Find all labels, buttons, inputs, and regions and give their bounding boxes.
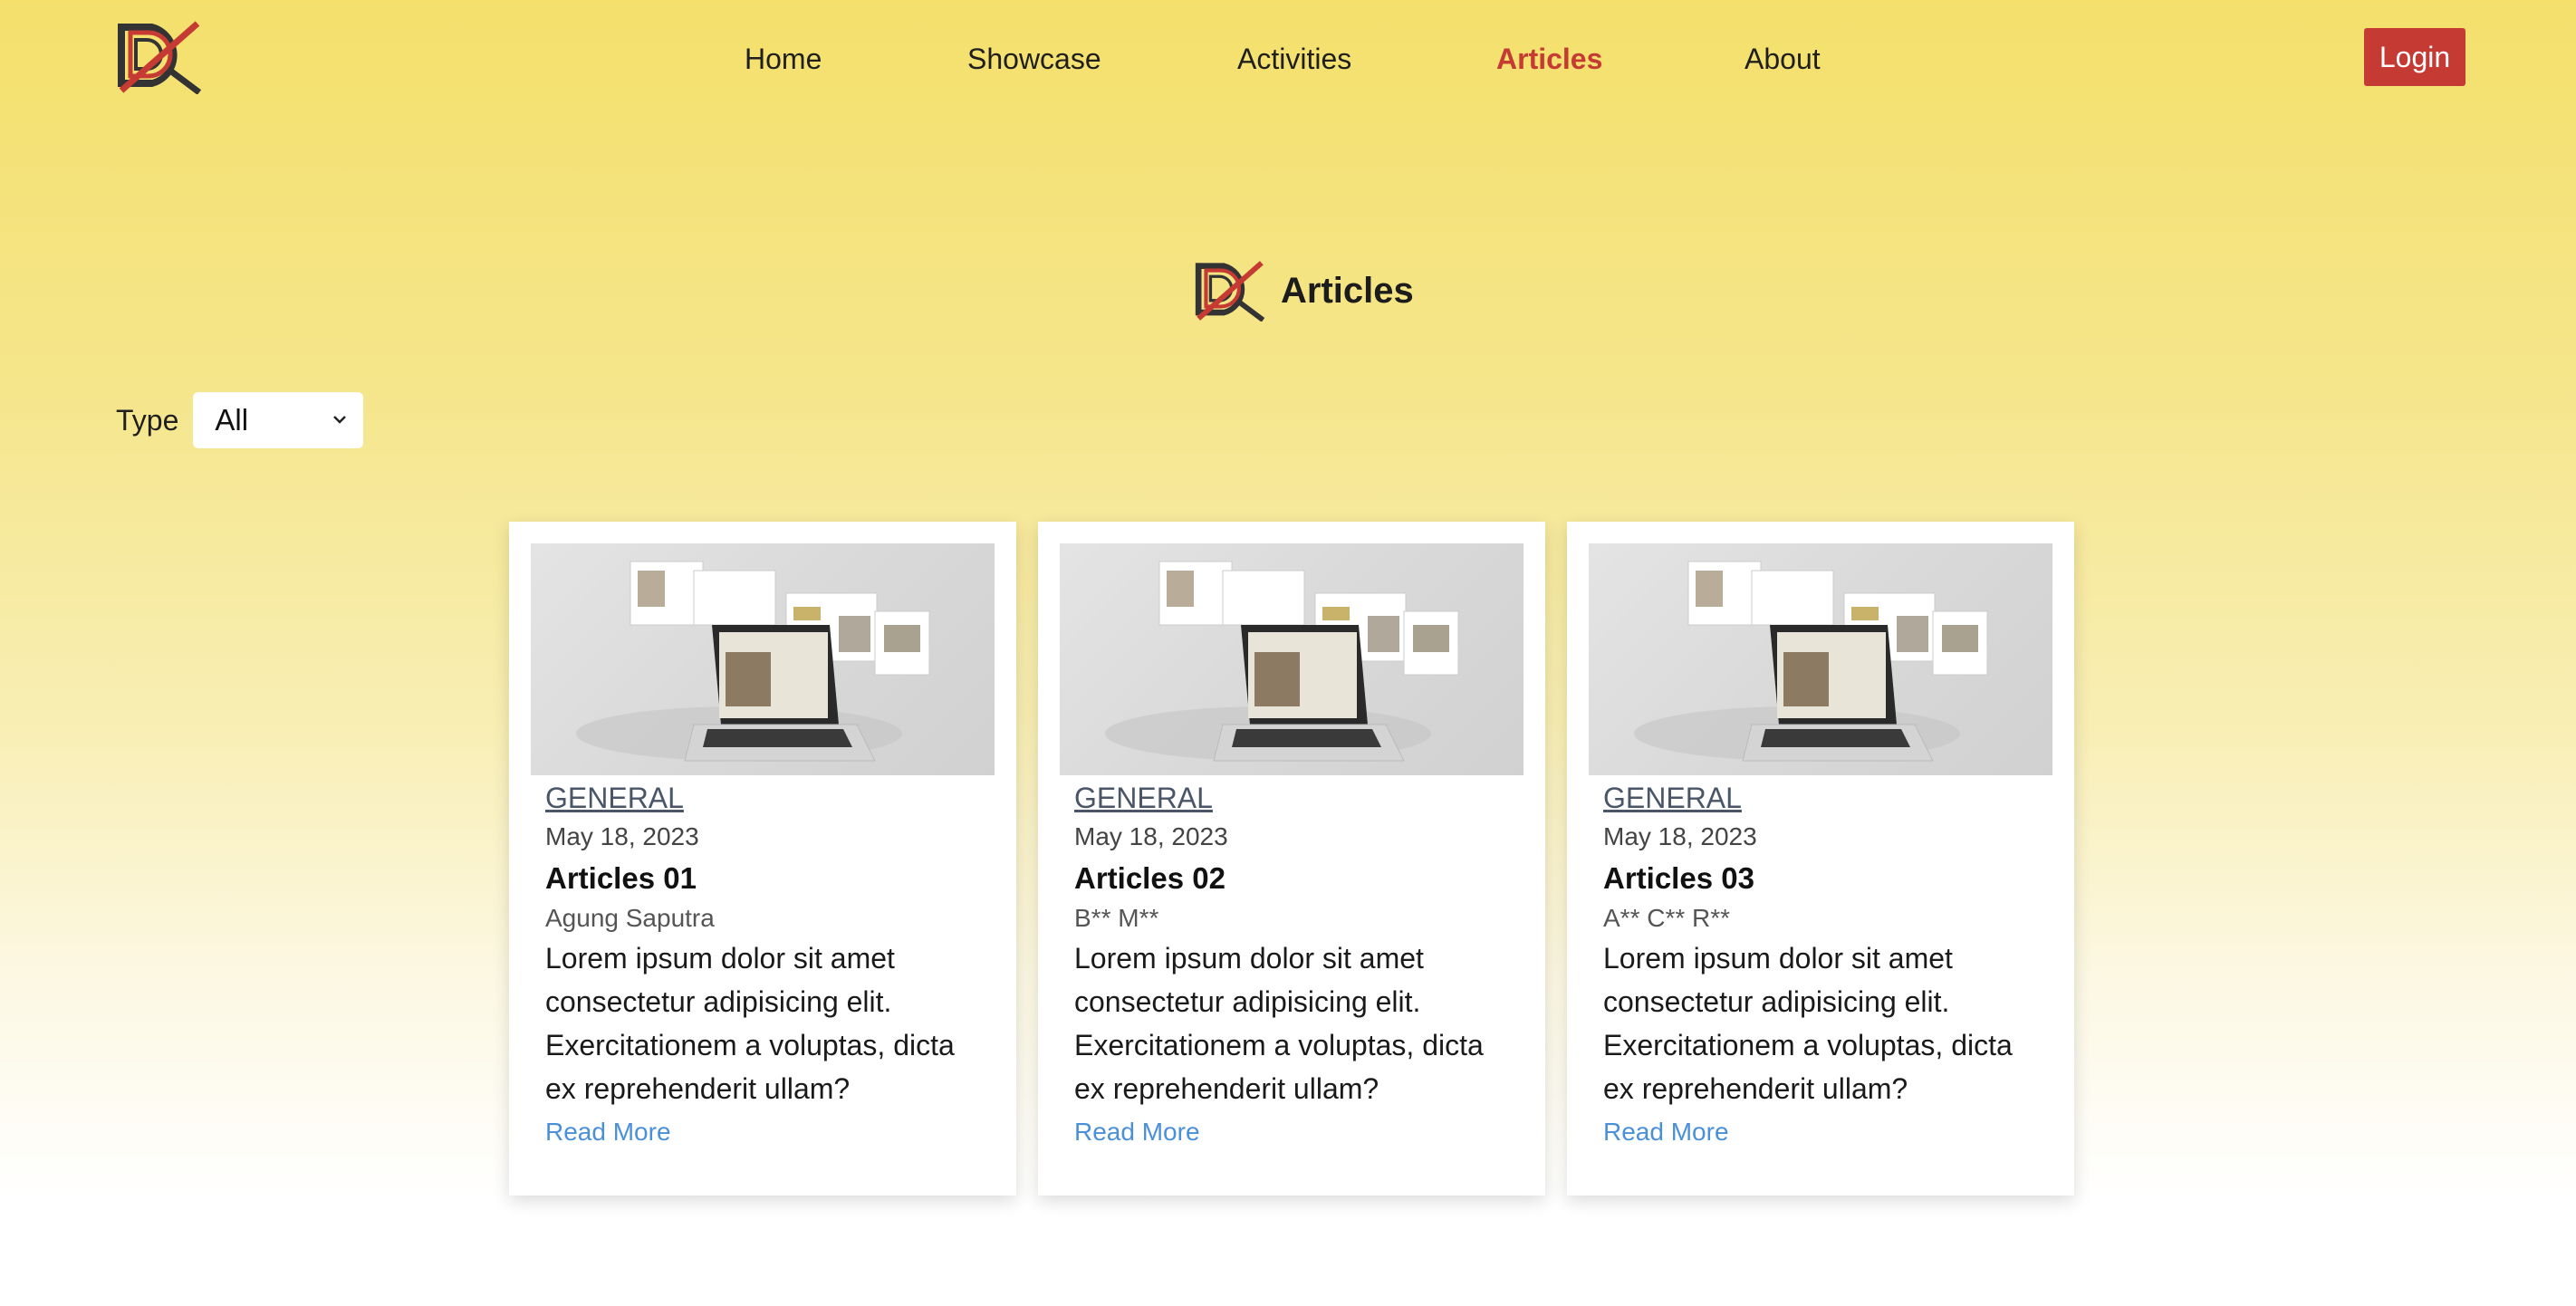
- article-card: GENERAL May 18, 2023 Articles 02 B** M**…: [1038, 522, 1545, 1196]
- article-card: GENERAL May 18, 2023 Articles 01 Agung S…: [509, 522, 1016, 1196]
- article-category-link[interactable]: GENERAL: [545, 775, 684, 821]
- article-category-link[interactable]: GENERAL: [1074, 775, 1213, 821]
- read-more-link[interactable]: Read More: [1074, 1112, 1200, 1152]
- laptop-mockup-image: [1634, 561, 1988, 762]
- article-thumbnail[interactable]: [1589, 543, 2052, 775]
- login-button[interactable]: Login: [2364, 28, 2465, 86]
- nav-item-home[interactable]: Home: [745, 36, 822, 82]
- read-more-link[interactable]: Read More: [1603, 1112, 1729, 1152]
- chevron-down-icon: [333, 416, 347, 424]
- article-author: Agung Saputra: [545, 904, 715, 932]
- article-excerpt: Lorem ipsum dolor sit amet consectetur a…: [545, 942, 955, 1105]
- nav-item-showcase[interactable]: Showcase: [967, 36, 1101, 82]
- filter-label: Type: [116, 403, 179, 437]
- read-more-link[interactable]: Read More: [545, 1112, 671, 1152]
- brand-logo-icon: [1195, 261, 1265, 322]
- article-author: A** C** R**: [1603, 904, 1731, 932]
- article-title: Articles 02: [1074, 861, 1226, 895]
- type-filter: Type All: [116, 391, 364, 449]
- article-title: Articles 01: [545, 861, 697, 895]
- type-select-value: All: [215, 403, 249, 437]
- article-date: May 18, 2023: [1074, 822, 1228, 850]
- article-excerpt: Lorem ipsum dolor sit amet consectetur a…: [1074, 942, 1484, 1105]
- nav-item-about[interactable]: About: [1745, 36, 1821, 82]
- nav-item-articles[interactable]: Articles: [1496, 36, 1602, 82]
- article-card: GENERAL May 18, 2023 Articles 03 A** C**…: [1567, 522, 2074, 1196]
- laptop-mockup-image: [576, 561, 930, 762]
- article-category-link[interactable]: GENERAL: [1603, 775, 1742, 821]
- article-date: May 18, 2023: [545, 822, 699, 850]
- page-title: Articles: [1281, 270, 1414, 311]
- top-navbar: Home Showcase Activities Articles About …: [0, 0, 2576, 118]
- type-select[interactable]: All: [193, 392, 364, 448]
- article-date: May 18, 2023: [1603, 822, 1757, 850]
- article-thumbnail[interactable]: [531, 543, 995, 775]
- article-title: Articles 03: [1603, 861, 1754, 895]
- laptop-mockup-image: [1105, 561, 1459, 762]
- article-excerpt: Lorem ipsum dolor sit amet consectetur a…: [1603, 942, 2013, 1105]
- section-heading: Articles: [1194, 255, 1414, 326]
- nav-item-activities[interactable]: Activities: [1237, 36, 1351, 82]
- article-thumbnail[interactable]: [1060, 543, 1523, 775]
- article-author: B** M**: [1074, 904, 1159, 932]
- nav-menu: Home Showcase Activities Articles About: [0, 0, 2576, 118]
